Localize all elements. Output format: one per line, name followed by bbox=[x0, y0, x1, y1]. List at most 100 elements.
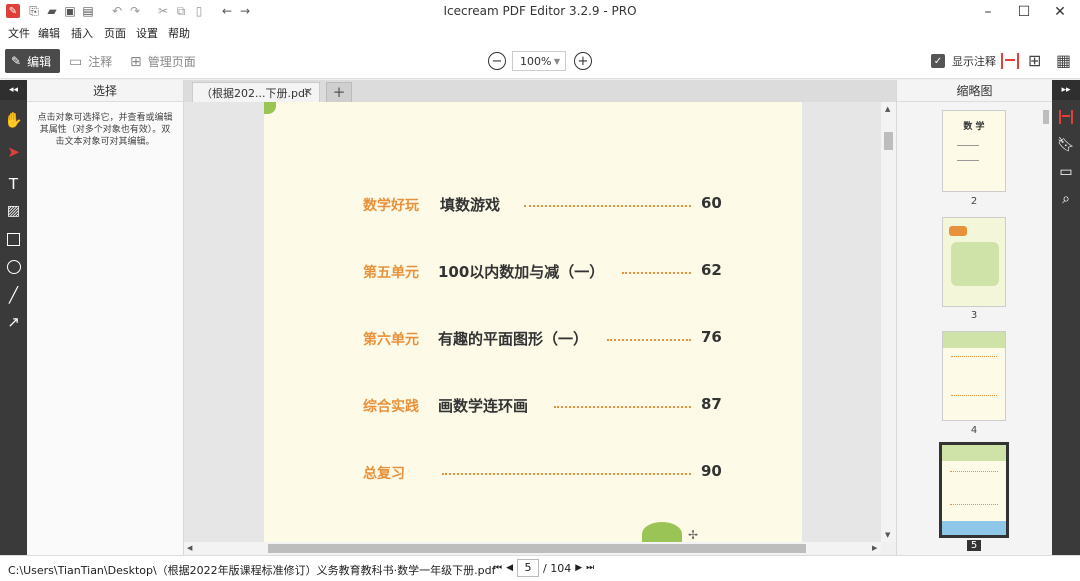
page-thumbnail-selected[interactable] bbox=[939, 442, 1009, 538]
new-tab-button[interactable]: + bbox=[326, 82, 352, 102]
thumbnail-header-band bbox=[942, 445, 1006, 461]
left-tool-strip: ◂◂ ✋ ➤ T ▨ ╱ ↗ bbox=[0, 80, 27, 555]
rectangle-tool-icon[interactable] bbox=[0, 226, 27, 252]
page-number-input[interactable]: 5 bbox=[517, 559, 540, 577]
close-window-button[interactable]: ✕ bbox=[1038, 0, 1080, 24]
toc-row: 综合实践 画数学连环画 87 bbox=[264, 393, 802, 417]
menu-help[interactable]: 帮助 bbox=[168, 25, 190, 41]
thumbnail-header-band bbox=[943, 332, 1005, 348]
select-tool-icon[interactable]: ➤ bbox=[0, 139, 27, 165]
single-page-view-icon[interactable] bbox=[1001, 53, 1019, 69]
comments-icon[interactable]: ▭ bbox=[1052, 159, 1080, 185]
toc-row: 数学好玩 填数游戏 60 bbox=[264, 192, 802, 216]
toc-unit: 第五单元 bbox=[363, 265, 419, 281]
menu-page[interactable]: 页面 bbox=[104, 25, 126, 41]
total-pages: / 104 bbox=[543, 561, 572, 575]
toc-leader-dots bbox=[607, 339, 691, 341]
horizontal-scroll-thumb[interactable] bbox=[268, 544, 806, 553]
horizontal-scrollbar[interactable]: ◀ ▶ bbox=[184, 542, 881, 555]
thumbnails-panel: 缩略图 数 学 2 3 4 5 bbox=[896, 80, 1052, 555]
thumbnail-scroll-thumb[interactable] bbox=[1043, 110, 1049, 124]
ellipse-tool-icon[interactable] bbox=[0, 254, 27, 280]
scroll-left-icon[interactable]: ◀ bbox=[187, 544, 192, 552]
thumbnails-tab-icon[interactable] bbox=[1052, 104, 1080, 130]
zoom-select[interactable]: 100% ▼ bbox=[512, 51, 566, 71]
thumbnail-illustration bbox=[951, 242, 999, 286]
first-page-icon[interactable]: ⏮ bbox=[494, 563, 502, 573]
checkbox-checked-icon[interactable]: ✓ bbox=[931, 54, 945, 68]
page-thumbnail[interactable]: 数 学 bbox=[942, 110, 1006, 192]
title-bar: ✎ ⎘ ▰ ▣ ▤ ↶ ↷ ✂ ⧉ ▯ ← → Icecream PDF Edi… bbox=[0, 0, 1080, 24]
document-tab[interactable]: （根据202...下册.pdf ✕ bbox=[192, 82, 320, 102]
vertical-scroll-thumb[interactable] bbox=[884, 132, 893, 150]
toc-title: 填数游戏 bbox=[440, 196, 501, 214]
search-icon[interactable]: ⌕ bbox=[1052, 186, 1080, 212]
page-thumbnail[interactable] bbox=[942, 217, 1006, 307]
scroll-up-icon[interactable]: ▲ bbox=[885, 105, 890, 113]
line-tool-icon[interactable]: ╱ bbox=[0, 282, 27, 308]
toc-page: 76 bbox=[701, 328, 722, 346]
zoom-out-button[interactable]: − bbox=[488, 52, 506, 70]
comment-icon: ▭ bbox=[69, 53, 83, 70]
annotate-mode-button[interactable]: ▭ 注释 bbox=[69, 53, 112, 70]
toc-title: 总复习 bbox=[363, 466, 405, 482]
text-tool-icon[interactable]: T bbox=[0, 171, 27, 197]
prev-page-icon[interactable]: ◀ bbox=[506, 563, 513, 573]
collapse-left-panel-icon[interactable]: ◂◂ bbox=[0, 80, 27, 100]
pencil-icon: ✎ bbox=[11, 54, 22, 68]
panel-title: 选择 bbox=[27, 80, 183, 102]
collapse-right-panel-icon[interactable]: ▸▸ bbox=[1052, 80, 1080, 100]
toc-title: 有趣的平面图形（一） bbox=[438, 330, 589, 348]
toc-unit: 第六单元 bbox=[363, 332, 419, 348]
menu-edit[interactable]: 编辑 bbox=[38, 25, 60, 41]
leaf-decoration-icon bbox=[264, 102, 276, 114]
toc-row: 第六单元 有趣的平面图形（一） 76 bbox=[264, 326, 802, 350]
next-page-icon[interactable]: ▶ bbox=[575, 563, 582, 573]
grid-view-icon[interactable]: ▦ bbox=[1056, 52, 1074, 70]
manage-pages-button[interactable]: ⊞ 管理页面 bbox=[130, 53, 196, 70]
page-thumbnail[interactable] bbox=[942, 331, 1006, 421]
window-title: Icecream PDF Editor 3.2.9 - PRO bbox=[443, 4, 637, 18]
toc-unit: 综合实践 bbox=[363, 399, 419, 415]
toc-page: 62 bbox=[701, 261, 722, 279]
show-annotations-toggle[interactable]: ✓ 显示注释 bbox=[931, 53, 996, 69]
annotate-mode-label: 注释 bbox=[88, 55, 113, 69]
toc-row: 第五单元 100以内数加与减（一） 62 bbox=[264, 259, 802, 283]
edit-mode-button[interactable]: ✎ 编辑 bbox=[5, 49, 60, 73]
scroll-down-icon[interactable]: ▼ bbox=[885, 531, 890, 539]
thumbnail-title: 数 学 bbox=[963, 122, 985, 132]
close-tab-icon[interactable]: ✕ bbox=[303, 85, 313, 99]
thumbnail-page-number: 3 bbox=[970, 310, 978, 321]
toc-leader-dots bbox=[622, 272, 691, 274]
vertical-scrollbar[interactable]: ▲ ▼ bbox=[881, 102, 896, 542]
thumbnail-page-number: 5 bbox=[967, 540, 981, 551]
toc-leader-dots bbox=[554, 406, 691, 408]
menu-bar: 文件 编辑 插入 页面 设置 帮助 bbox=[0, 24, 1080, 42]
pdf-page[interactable]: 数学好玩 填数游戏 60 第五单元 100以内数加与减（一） 62 第六单元 有… bbox=[264, 102, 802, 542]
document-tabs: （根据202...下册.pdf ✕ + bbox=[184, 80, 896, 102]
zoom-value: 100% bbox=[520, 54, 552, 68]
image-tool-icon[interactable]: ▨ bbox=[0, 198, 27, 224]
toc-unit: 数学好玩 bbox=[363, 198, 419, 214]
frog-illustration-icon bbox=[642, 522, 682, 542]
thumbnail-lines bbox=[951, 356, 997, 396]
two-page-view-icon[interactable]: ⊞ bbox=[1028, 52, 1046, 70]
arrow-tool-icon[interactable]: ↗ bbox=[0, 309, 27, 335]
menu-insert[interactable]: 插入 bbox=[71, 25, 93, 41]
bookmark-icon[interactable]: 🔖︎ bbox=[1052, 132, 1080, 158]
thumbnail-lines bbox=[950, 471, 998, 505]
menu-file[interactable]: 文件 bbox=[8, 25, 30, 41]
toc-row: 总复习 90 bbox=[264, 460, 802, 484]
scroll-right-icon[interactable]: ▶ bbox=[872, 544, 877, 552]
zoom-in-button[interactable]: + bbox=[574, 52, 592, 70]
menu-settings[interactable]: 设置 bbox=[136, 25, 158, 41]
document-canvas[interactable]: 数学好玩 填数游戏 60 第五单元 100以内数加与减（一） 62 第六单元 有… bbox=[184, 102, 881, 542]
thumbnail-badge bbox=[949, 226, 967, 236]
hand-tool-icon[interactable]: ✋ bbox=[0, 107, 27, 133]
file-path: C:\Users\TianTian\Desktop\（根据2022年版课程标准修… bbox=[8, 564, 496, 577]
status-bar: C:\Users\TianTian\Desktop\（根据2022年版课程标准修… bbox=[0, 555, 1080, 581]
last-page-icon[interactable]: ⏭ bbox=[586, 563, 594, 573]
chevron-down-icon: ▼ bbox=[553, 56, 560, 66]
right-tool-strip: ▸▸ 🔖︎ ▭ ⌕ bbox=[1052, 80, 1080, 555]
toc-leader-dots bbox=[442, 473, 691, 475]
